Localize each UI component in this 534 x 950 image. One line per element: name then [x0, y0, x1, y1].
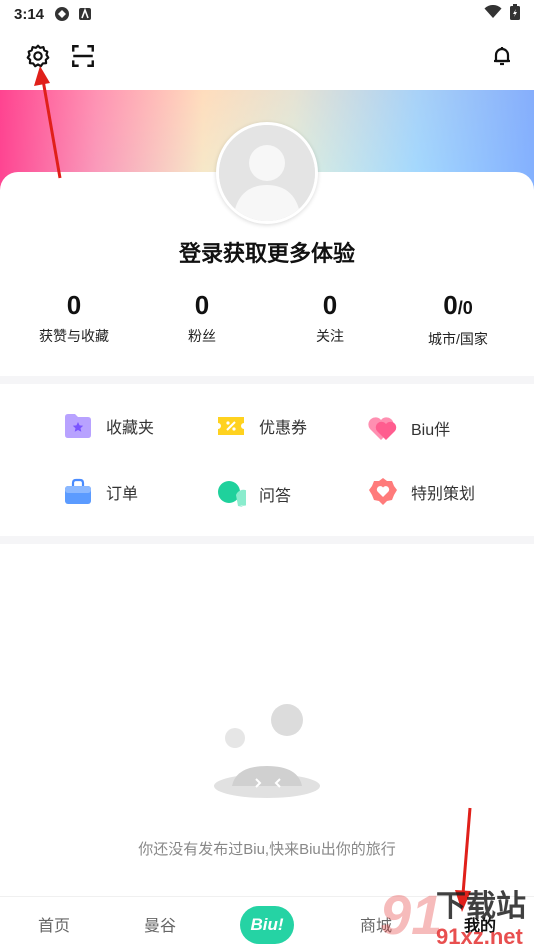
empty-state-message: 你还没有发布过Biu,快来Biu出你的旅行: [138, 841, 396, 858]
notifications-button[interactable]: [486, 42, 518, 74]
stat-label: 城市/国家: [428, 331, 488, 347]
folder-star-icon: [62, 410, 94, 442]
stat-value: 0: [322, 290, 338, 320]
stat-value: 0: [194, 290, 210, 320]
site-watermark: 91 下载站 91xz.net: [380, 880, 534, 950]
battery-icon: [510, 4, 520, 24]
stat-label: 关注: [316, 328, 344, 344]
menu-item-label: 订单: [106, 486, 139, 503]
heart-badge-icon: [367, 476, 399, 508]
stat-value-suffix: /0: [457, 298, 473, 318]
stat-following[interactable]: 0 关注: [270, 288, 390, 346]
stat-label: 粉丝: [188, 328, 216, 344]
stat-fans[interactable]: 0 粉丝: [142, 288, 262, 346]
notification-app-icon: [78, 7, 92, 21]
status-bar: 3:14: [0, 0, 534, 28]
stat-cities-countries[interactable]: 0/0 城市/国家: [398, 288, 518, 349]
feature-menu: 收藏夹 优惠券 Biu伴 订单 问答 特别策划: [0, 392, 534, 532]
menu-item-favorites[interactable]: 收藏夹: [62, 410, 154, 442]
menu-item-label: 特别策划: [411, 486, 476, 503]
chat-bubble-icon: [215, 478, 247, 510]
menu-item-label: Biu伴: [411, 422, 451, 439]
section-divider: [0, 536, 534, 544]
watermark-url: 91xz.net: [436, 924, 523, 949]
scan-button[interactable]: [67, 42, 99, 74]
settings-button[interactable]: [22, 42, 54, 74]
stat-value-main: 0: [443, 290, 458, 320]
tab-home[interactable]: 首页: [14, 897, 94, 950]
menu-item-special-features[interactable]: 特别策划: [367, 476, 475, 508]
watermark-number: 91: [380, 883, 442, 946]
menu-item-label: 收藏夹: [106, 420, 155, 437]
default-avatar-icon: [219, 125, 315, 221]
scan-icon: [70, 43, 96, 74]
stat-value: 0: [66, 290, 82, 320]
bag-icon: [62, 476, 94, 508]
section-divider: [0, 376, 534, 384]
menu-item-orders[interactable]: 订单: [62, 476, 138, 508]
bell-icon: [490, 44, 514, 73]
gear-icon: [25, 43, 51, 74]
menu-item-biu-partner[interactable]: Biu伴: [367, 412, 450, 444]
hearts-icon: [367, 412, 399, 444]
watermark-title: 下载站: [436, 889, 526, 924]
login-prompt[interactable]: 登录获取更多体验: [0, 236, 534, 268]
coupon-icon: [215, 410, 247, 442]
watermark-logo-icon: 91 下载站 91xz.net: [380, 883, 526, 949]
top-action-bar: [0, 36, 534, 80]
menu-item-coupons[interactable]: 优惠券: [215, 410, 307, 442]
stat-likes-favorites[interactable]: 0 获赞与收藏: [14, 288, 134, 346]
status-time: 3:14: [14, 5, 45, 23]
sync-status-icon: [54, 6, 70, 22]
menu-item-label: 优惠券: [259, 420, 308, 437]
menu-item-qa[interactable]: 问答: [215, 478, 291, 510]
tab-bangkok[interactable]: 曼谷: [120, 897, 200, 950]
empty-state-illustration-icon: [214, 704, 320, 798]
avatar[interactable]: [216, 122, 318, 224]
wifi-icon: [484, 4, 502, 23]
stat-value: 0/0: [398, 288, 518, 325]
profile-stats: 0 获赞与收藏 0 粉丝 0 关注 0/0 城市/国家: [0, 288, 534, 350]
biu-publish-button[interactable]: Biu!: [240, 906, 294, 944]
menu-item-label: 问答: [259, 488, 292, 505]
stat-label: 获赞与收藏: [39, 328, 109, 344]
